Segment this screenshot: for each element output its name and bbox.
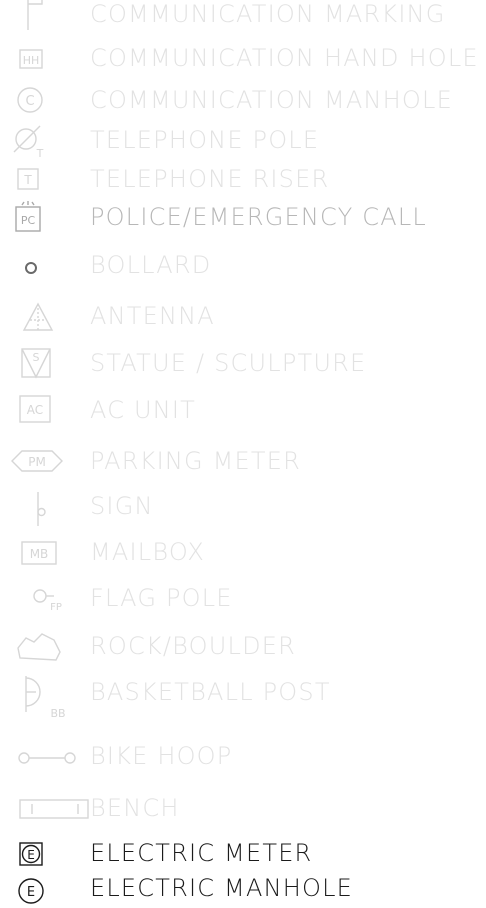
legend-label: TELEPHONE POLE [90, 126, 320, 154]
legend-label: BASKETBALL POST [90, 678, 331, 706]
legend-label: COMMUNICATION HAND HOLE [90, 44, 479, 72]
legend-row: BENCH [0, 788, 486, 828]
emergency-call-icon: PC [8, 199, 64, 235]
legend-row: E ELECTRIC MANHOLE [0, 868, 486, 908]
svg-text:AC: AC [27, 403, 43, 417]
parking-meter-icon: PM [8, 443, 64, 479]
legend-row: MB MAILBOX [0, 532, 486, 572]
sign-icon [8, 488, 64, 526]
telephone-pole-icon: T [8, 122, 64, 160]
communication-marking-icon [8, 0, 64, 32]
svg-text:HH: HH [23, 54, 40, 67]
svg-text:PC: PC [21, 214, 36, 227]
legend-row: BB BASKETBALL POST [0, 672, 486, 720]
svg-text:PM: PM [28, 455, 46, 469]
legend-label: PARKING METER [90, 447, 301, 475]
legend-row: BOLLARD [0, 245, 486, 285]
svg-text:FP: FP [50, 602, 62, 613]
rock-boulder-icon [8, 628, 64, 664]
bench-icon [8, 790, 89, 826]
bike-hoop-icon [8, 738, 76, 774]
legend-label: MAILBOX [90, 538, 206, 566]
legend-label: STATUE / SCULPTURE [90, 349, 367, 377]
electric-manhole-icon: E [8, 870, 64, 906]
legend-label: TELEPHONE RISER [90, 165, 330, 193]
legend-row: SIGN [0, 486, 486, 526]
legend-row: COMMUNICATION MARKING [0, 0, 486, 34]
svg-text:S: S [33, 351, 40, 364]
svg-text:MB: MB [30, 547, 49, 561]
legend-row: T TELEPHONE RISER [0, 159, 486, 199]
electric-meter-icon: E [8, 835, 64, 871]
legend-row: PM PARKING METER [0, 441, 486, 481]
legend-label: POLICE/EMERGENCY CALL [90, 203, 427, 231]
legend-label: ANTENNA [90, 302, 215, 330]
legend-row: C COMMUNICATION MANHOLE [0, 80, 486, 120]
legend-row: S STATUE / SCULPTURE [0, 343, 486, 383]
legend-label: SIGN [90, 492, 154, 520]
svg-text:E: E [27, 885, 35, 900]
legend-label: ELECTRIC MANHOLE [90, 874, 354, 902]
legend-row: BIKE HOOP [0, 736, 486, 776]
svg-text:BB: BB [50, 707, 65, 720]
antenna-icon [8, 298, 64, 334]
basketball-post-icon: BB [8, 674, 66, 720]
legend-label: COMMUNICATION MARKING [90, 0, 446, 28]
legend-row: T TELEPHONE POLE [0, 120, 486, 160]
statue-icon: S [8, 345, 64, 381]
svg-text:T: T [23, 173, 32, 187]
legend-row: HH COMMUNICATION HAND HOLE [0, 38, 486, 78]
legend-row: ROCK/BOULDER [0, 626, 486, 666]
mailbox-icon: MB [8, 534, 64, 570]
svg-text:E: E [27, 848, 35, 862]
legend-row: FP FLAG POLE [0, 578, 486, 618]
legend-label: ELECTRIC METER [90, 839, 313, 867]
hand-hole-icon: HH [8, 40, 64, 76]
bollard-icon [8, 247, 64, 283]
legend-label: ROCK/BOULDER [90, 632, 296, 660]
legend-label: BENCH [90, 794, 180, 822]
legend-label: COMMUNICATION MANHOLE [90, 86, 453, 114]
legend-label: FLAG POLE [90, 584, 233, 612]
legend-row: E ELECTRIC METER [0, 833, 486, 873]
legend-label: BIKE HOOP [90, 742, 233, 770]
legend-label: AC UNIT [90, 396, 197, 424]
communication-manhole-icon: C [8, 82, 64, 118]
legend-row: AC AC UNIT [0, 390, 486, 430]
legend-row: ANTENNA [0, 296, 486, 336]
flag-pole-icon: FP [8, 580, 64, 616]
legend-row: PC POLICE/EMERGENCY CALL [0, 197, 486, 237]
legend-label: BOLLARD [90, 251, 212, 279]
ac-unit-icon: AC [8, 392, 64, 428]
svg-text:C: C [25, 94, 34, 109]
telephone-riser-icon: T [8, 161, 64, 197]
